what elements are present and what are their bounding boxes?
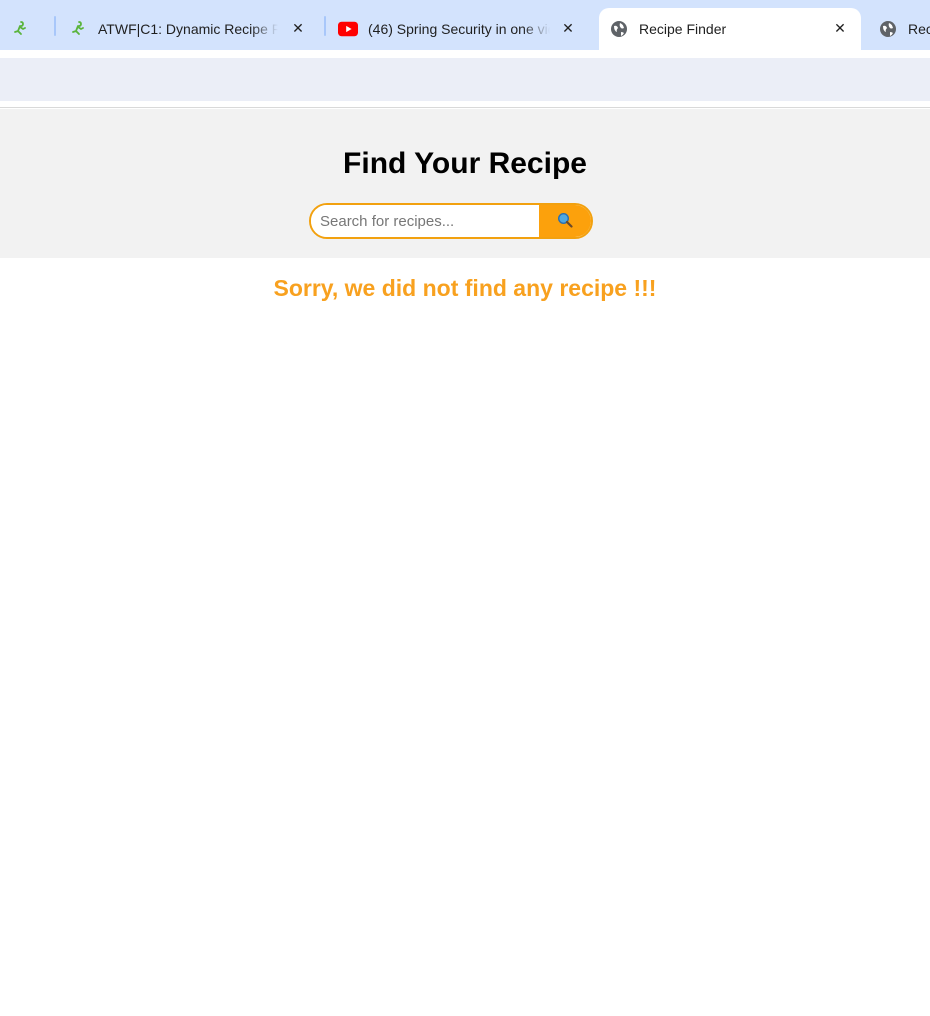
close-icon[interactable]: ✕ [288, 18, 308, 38]
page-title: Find Your Recipe [343, 147, 587, 180]
magnifier-icon [557, 212, 573, 231]
no-results-message: Sorry, we did not find any recipe !!! [273, 275, 657, 301]
browser-tab-strip: ATWF|C1: Dynamic Recipe Finder ✕ (46) Sp… [0, 0, 930, 50]
close-icon[interactable]: ✕ [830, 18, 850, 38]
tab-atwf[interactable]: ATWF|C1: Dynamic Recipe Finder ✕ [68, 8, 320, 50]
tab-recipe-finder-active[interactable]: Recipe Finder ✕ [599, 8, 861, 50]
tab-separator [324, 16, 326, 36]
search-input[interactable] [311, 205, 539, 237]
tab-title: Recipe Finder [639, 21, 727, 37]
tab-title: (46) Spring Security in one video [368, 21, 550, 37]
youtube-icon [338, 19, 358, 39]
tab-title: Recipe Finder [908, 21, 930, 37]
browser-toolbar [0, 50, 930, 58]
bookmark-bar [0, 58, 930, 101]
runner-icon [68, 19, 88, 39]
close-icon[interactable]: ✕ [558, 18, 578, 38]
globe-icon [609, 19, 629, 39]
tab-youtube[interactable]: (46) Spring Security in one video ✕ [338, 8, 590, 50]
tab-separator [54, 16, 56, 36]
runner-icon [10, 19, 30, 39]
search-button[interactable] [539, 205, 591, 237]
globe-icon [878, 19, 898, 39]
search-bar [309, 203, 593, 239]
tab-pinned[interactable] [10, 8, 44, 50]
tab-recipe-finder[interactable]: Recipe Finder [878, 8, 930, 50]
tab-title: ATWF|C1: Dynamic Recipe Finder [98, 21, 278, 37]
search-header: Find Your Recipe [0, 109, 930, 258]
toolbar-divider [0, 101, 930, 108]
